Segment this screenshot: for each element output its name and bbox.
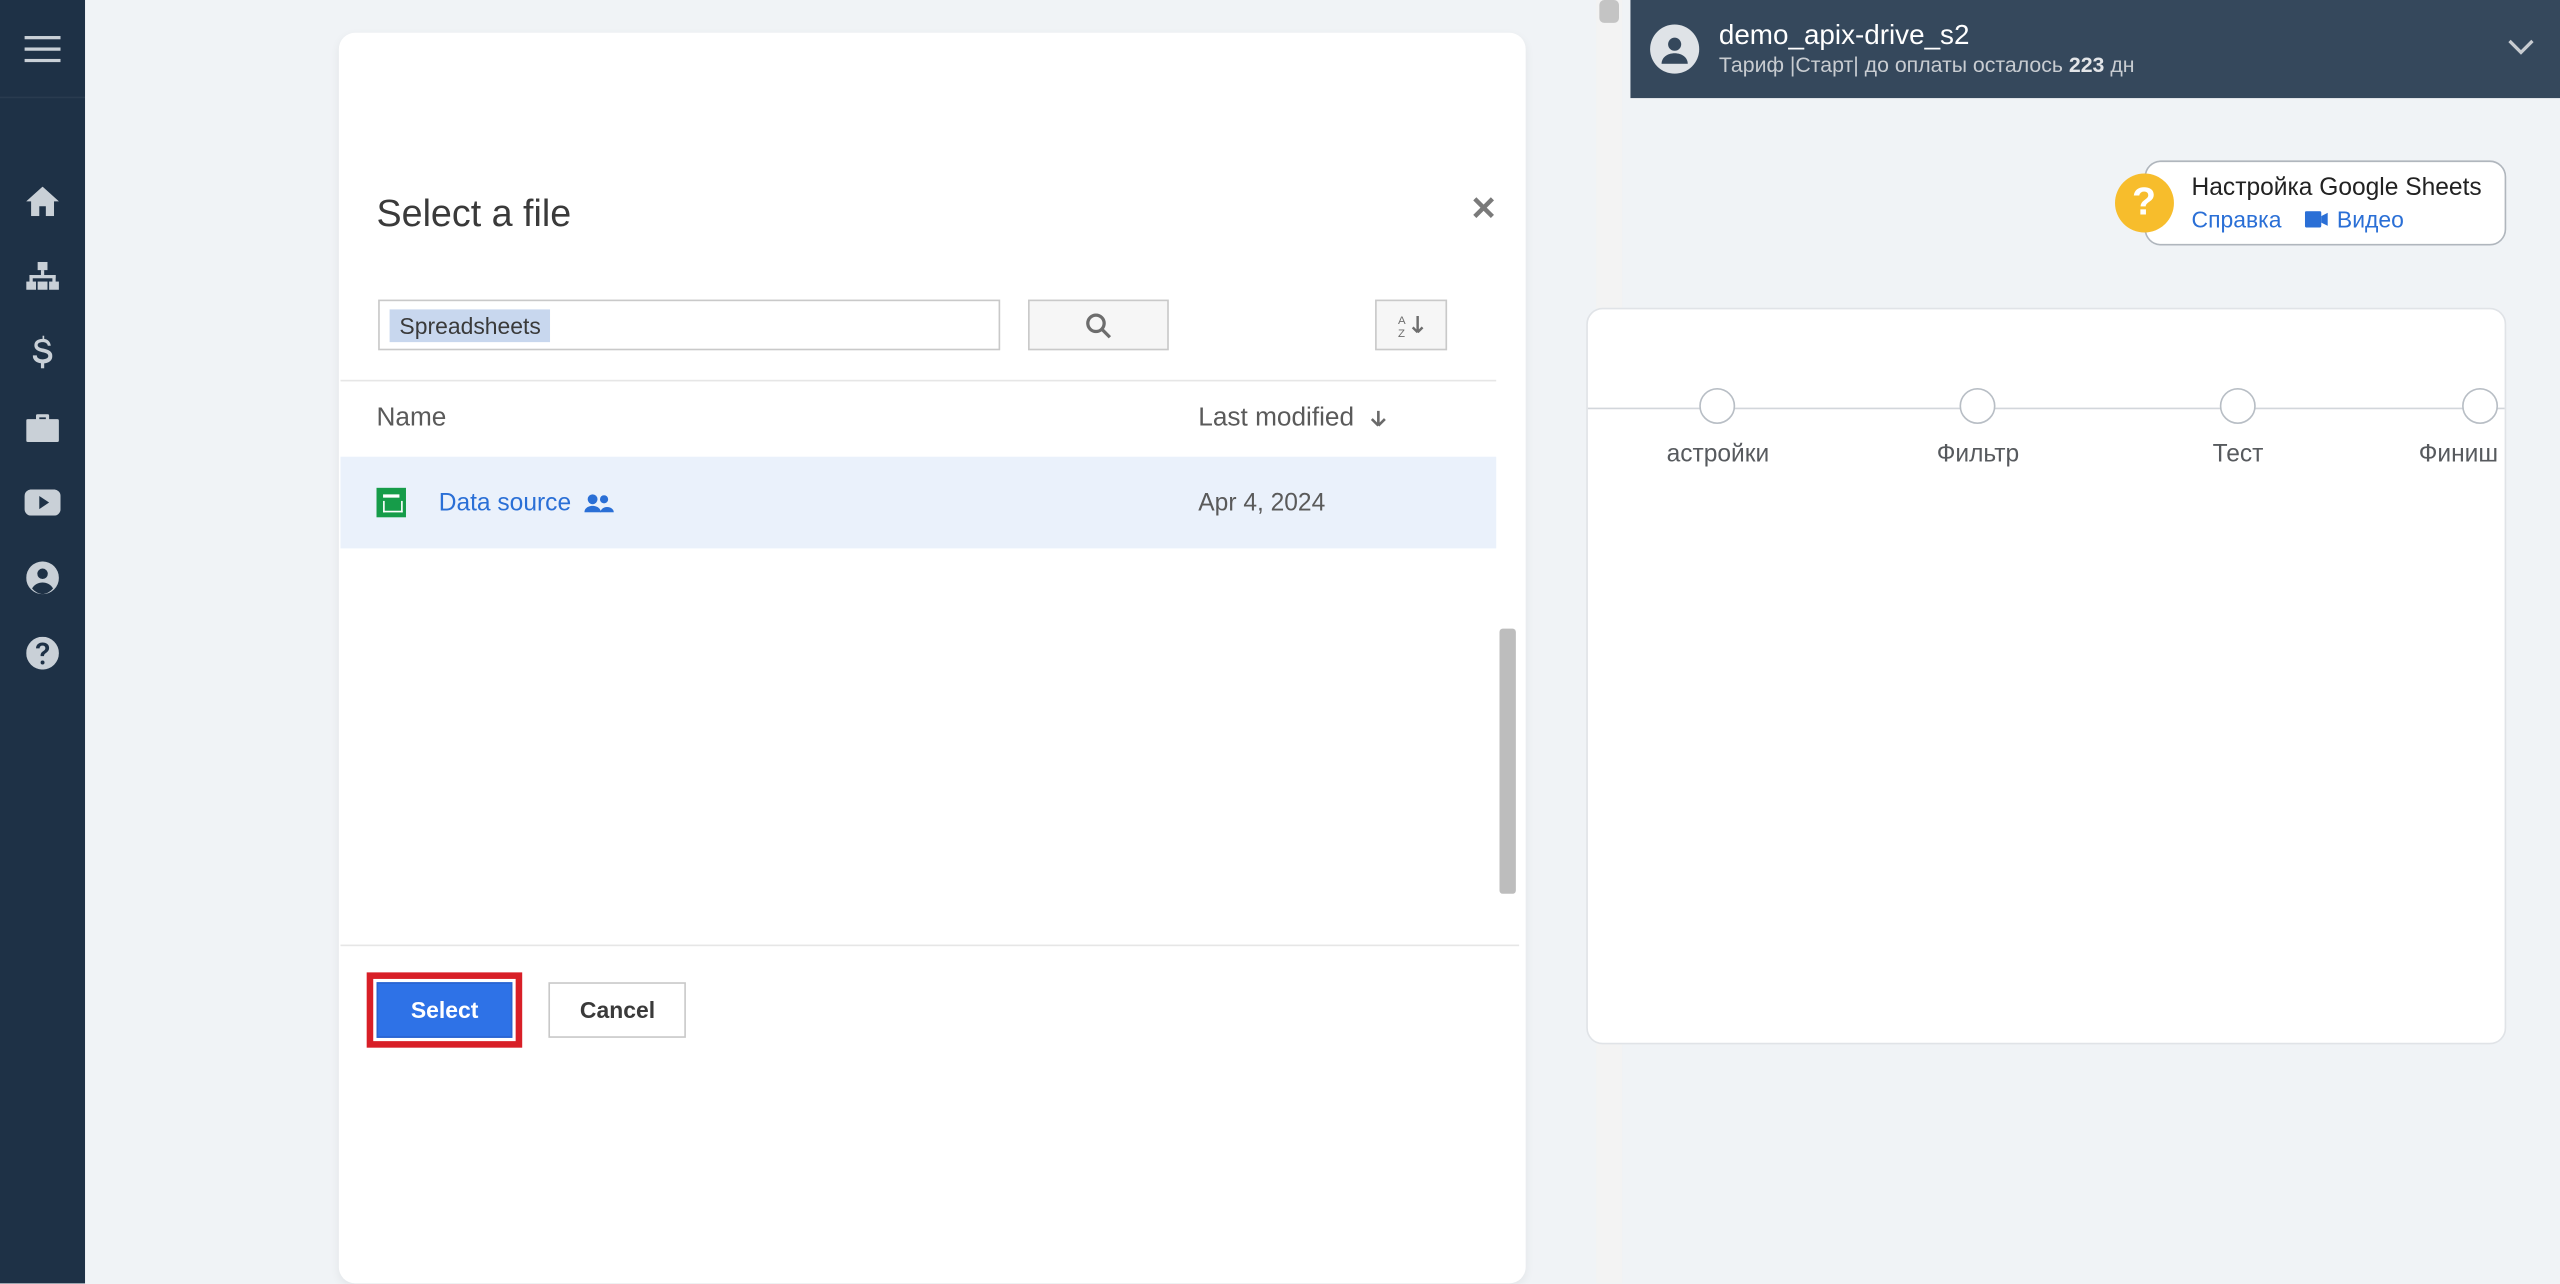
- svg-text:A: A: [1398, 314, 1406, 326]
- spreadsheet-icon: [377, 488, 406, 517]
- step-finish[interactable]: Финиш: [2368, 388, 2498, 468]
- cancel-button[interactable]: Cancel: [549, 982, 686, 1038]
- table-header-row: Name Last modified: [340, 381, 1496, 456]
- arrow-down-icon: [1367, 408, 1390, 431]
- step-test[interactable]: Тест: [2108, 388, 2368, 468]
- step-circle: [1960, 388, 1996, 424]
- modal-footer: Select Cancel: [340, 945, 1519, 1048]
- modal-title: Select a file: [377, 192, 572, 236]
- search-icon: [1085, 312, 1111, 338]
- search-button[interactable]: [1028, 300, 1169, 351]
- step-settings[interactable]: астройки: [1588, 388, 1848, 468]
- filter-chip-spreadsheets[interactable]: Spreadsheets: [390, 309, 551, 342]
- file-list-scrollbar-thumb[interactable]: [1499, 629, 1515, 894]
- step-circle: [2220, 388, 2256, 424]
- file-name: Data source: [439, 489, 1199, 517]
- file-list-scrollbar[interactable]: [1499, 629, 1515, 933]
- file-row[interactable]: Data source Apr 4, 2024: [340, 457, 1496, 549]
- select-button-highlight: Select: [367, 972, 523, 1047]
- close-icon: ✕: [1470, 192, 1497, 228]
- column-header-name[interactable]: Name: [377, 404, 1199, 433]
- step-circle: [1700, 388, 1736, 424]
- file-table: Name Last modified Data source Apr 4, 20…: [340, 380, 1496, 549]
- step-circle: [2462, 388, 2498, 424]
- column-header-modified[interactable]: Last modified: [1198, 404, 1460, 433]
- file-modified: Apr 4, 2024: [1198, 489, 1460, 517]
- select-button[interactable]: Select: [377, 982, 513, 1038]
- help-badge[interactable]: ?: [2115, 173, 2174, 232]
- sort-options-button[interactable]: AZ: [1375, 300, 1447, 351]
- search-input-container[interactable]: Spreadsheets: [378, 300, 1000, 351]
- shared-icon: [584, 493, 613, 513]
- close-button[interactable]: ✕: [1470, 193, 1497, 226]
- svg-text:Z: Z: [1398, 327, 1405, 338]
- file-picker-modal: Select a file ✕ Spreadsheets AZ Name Las…: [0, 0, 2560, 1283]
- sort-az-icon: AZ: [1398, 312, 1424, 338]
- step-filter[interactable]: Фильтр: [1848, 388, 2108, 468]
